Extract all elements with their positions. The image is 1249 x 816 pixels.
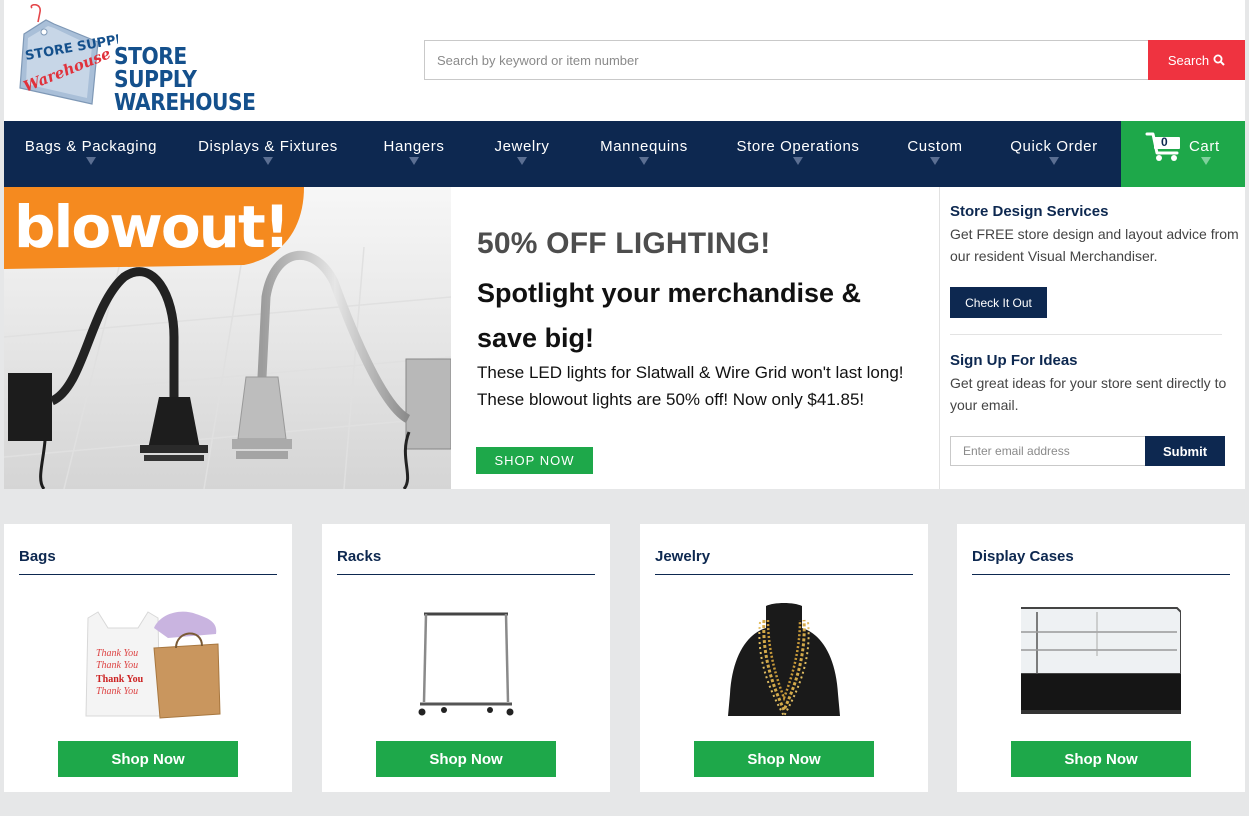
hero-banner: blowout! 50% OFF LIGHTING! Spotlight you… xyxy=(4,187,939,489)
nav-item-custom[interactable]: Custom xyxy=(896,121,974,187)
price-tag-logo-icon: STORE SUPPLY Warehouse xyxy=(19,3,133,105)
svg-text:Thank You: Thank You xyxy=(96,686,138,697)
caret-down-icon xyxy=(409,157,419,165)
nav-item-displays-fixtures[interactable]: Displays & Fixtures xyxy=(192,121,344,187)
category-card-jewelry: Jewelry Shop Now xyxy=(640,524,928,792)
promo-sidebar: Store Design Services Get FREE store des… xyxy=(939,187,1245,489)
category-card-racks: Racks Shop Now xyxy=(322,524,610,792)
nav-item-label: Bags & Packaging xyxy=(24,138,158,155)
card-title: Racks xyxy=(337,548,382,565)
shop-now-racks-button[interactable]: Shop Now xyxy=(376,741,556,777)
svg-text:Thank You: Thank You xyxy=(96,674,144,685)
racks-image[interactable] xyxy=(386,598,546,722)
caret-down-icon xyxy=(517,157,527,165)
logo-line-2: WAREHOUSE xyxy=(114,90,256,116)
logo-wordmark: STORE SUPPLY WAREHOUSE xyxy=(114,46,256,115)
nav-item-bags-packaging[interactable]: Bags & Packaging xyxy=(20,121,162,187)
shop-now-jewelry-button[interactable]: Shop Now xyxy=(694,741,874,777)
card-title: Display Cases xyxy=(972,548,1074,565)
nav-item-label: Quick Order xyxy=(1010,138,1098,155)
main-nav: Bags & Packaging Displays & Fixtures Han… xyxy=(4,121,1245,187)
site-logo[interactable]: STORE SUPPLY Warehouse STORE SUPPLY WARE… xyxy=(18,3,256,115)
caret-down-icon xyxy=(639,157,649,165)
hero-subhead: Spotlight your merchandise & save big! xyxy=(477,278,862,353)
caret-down-icon xyxy=(930,157,940,165)
category-card-display-cases: Display Cases Shop Now xyxy=(957,524,1245,792)
search-button[interactable]: Search xyxy=(1148,40,1245,80)
nav-item-label: Hangers xyxy=(383,138,445,155)
svg-text:Thank You: Thank You xyxy=(96,648,138,659)
hero-body-line-1: These LED lights for Slatwall & Wire Gri… xyxy=(477,363,904,382)
display-case-image[interactable] xyxy=(1021,598,1181,722)
cart-button[interactable]: 0 Cart xyxy=(1121,121,1245,187)
hero-body-line-2: These blowout lights are 50% off! Now on… xyxy=(477,390,865,409)
check-it-out-button[interactable]: Check It Out xyxy=(950,287,1047,318)
search-input[interactable] xyxy=(424,40,1148,80)
logo-line-1: STORE SUPPLY xyxy=(114,44,197,93)
search-icon xyxy=(1213,54,1225,66)
email-input[interactable] xyxy=(950,436,1146,466)
store-design-title: Store Design Services xyxy=(950,203,1109,220)
nav-item-jewelry[interactable]: Jewelry xyxy=(482,121,562,187)
blowout-badge: blowout! xyxy=(14,193,290,261)
card-divider xyxy=(655,574,913,575)
nav-item-mannequins[interactable]: Mannequins xyxy=(592,121,696,187)
caret-down-icon xyxy=(1049,157,1059,165)
sign-up-title: Sign Up For Ideas xyxy=(950,352,1078,369)
divider xyxy=(950,334,1222,335)
shop-now-bags-button[interactable]: Shop Now xyxy=(58,741,238,777)
category-card-bags: Bags Thank You Thank You Thank You Thank… xyxy=(4,524,292,792)
card-title: Bags xyxy=(19,548,56,565)
caret-down-icon xyxy=(263,157,273,165)
card-divider xyxy=(337,574,595,575)
card-divider xyxy=(972,574,1230,575)
nav-item-label: Store Operations xyxy=(736,138,860,155)
nav-item-quick-order[interactable]: Quick Order xyxy=(1002,121,1106,187)
shop-now-display-cases-button[interactable]: Shop Now xyxy=(1011,741,1191,777)
jewelry-image[interactable] xyxy=(704,598,864,722)
nav-item-store-operations[interactable]: Store Operations xyxy=(728,121,868,187)
search-button-label: Search xyxy=(1167,52,1210,68)
caret-down-icon xyxy=(793,157,803,165)
svg-text:Thank You: Thank You xyxy=(96,660,138,671)
hero-body: These LED lights for Slatwall & Wire Gri… xyxy=(477,359,937,413)
nav-item-label: Custom xyxy=(907,138,963,155)
nav-item-label: Jewelry xyxy=(494,138,550,155)
site-header: STORE SUPPLY Warehouse STORE SUPPLY WARE… xyxy=(4,0,1245,121)
hero-shop-now-button[interactable]: SHOP NOW xyxy=(476,447,593,474)
cart-count: 0 xyxy=(1161,135,1168,149)
nav-item-label: Displays & Fixtures xyxy=(198,138,338,155)
card-divider xyxy=(19,574,277,575)
cart-label: Cart xyxy=(1189,138,1220,155)
bags-image[interactable]: Thank You Thank You Thank You Thank You xyxy=(68,598,228,722)
store-design-text: Get FREE store design and layout advice … xyxy=(950,226,1239,264)
sign-up-text: Get great ideas for your store sent dire… xyxy=(950,375,1227,413)
card-title: Jewelry xyxy=(655,548,711,565)
nav-item-hangers[interactable]: Hangers xyxy=(374,121,454,187)
nav-item-label: Mannequins xyxy=(600,138,688,155)
submit-button[interactable]: Submit xyxy=(1145,436,1225,466)
caret-down-icon xyxy=(1201,157,1211,165)
hero-image[interactable]: blowout! xyxy=(4,187,451,489)
caret-down-icon xyxy=(86,157,96,165)
hero-headline: 50% OFF LIGHTING! xyxy=(477,227,771,260)
